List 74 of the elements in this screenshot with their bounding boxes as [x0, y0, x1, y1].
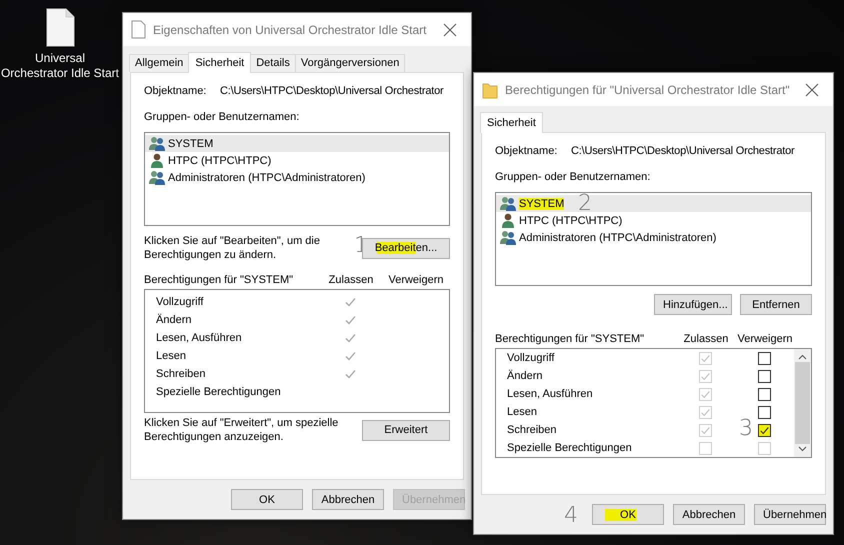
- user-group-icon: [500, 230, 516, 245]
- checkbox[interactable]: [758, 424, 770, 436]
- permission-name: Lesen, Ausführen: [507, 388, 594, 400]
- desktop-icon-label[interactable]: Universal Orchestrator Idle Start: [0, 51, 120, 81]
- principal-name: HTPC (HTPC\HTPC): [519, 214, 622, 226]
- principal-row[interactable]: Administratoren (HTPC\Administratoren): [145, 169, 449, 186]
- tab[interactable]: Sicherheit: [480, 112, 543, 133]
- principal-name: SYSTEM: [168, 138, 214, 150]
- permission-name: Schreiben: [156, 368, 207, 380]
- groups-label: Gruppen- oder Benutzernamen:: [495, 171, 652, 183]
- permission-name: Vollzugriff: [156, 296, 204, 308]
- scrollbar[interactable]: [794, 349, 811, 457]
- remove-button[interactable]: Entfernen: [740, 294, 812, 315]
- file-icon: [131, 20, 146, 39]
- permission-name: Lesen: [507, 406, 538, 418]
- object-name-label: Objektname:: [144, 85, 208, 97]
- handwritten-number: 4: [564, 505, 578, 527]
- tab[interactable]: Sicherheit: [188, 52, 252, 73]
- user-group-icon: [149, 170, 165, 185]
- close-icon[interactable]: [805, 82, 819, 96]
- window-title: Berechtigungen für "Universal Orchestrator Idle Start": [505, 82, 791, 96]
- close-icon[interactable]: [443, 22, 457, 36]
- permission-name: Schreiben: [507, 424, 558, 436]
- advanced-hint: Klicken Sie auf "Erweitert", um spezielle Berechtigungen anzuzeigen.: [144, 416, 340, 444]
- permission-name: Lesen, Ausführen: [156, 332, 243, 344]
- object-path: C:\Users\HTPC\Desktop\Universal Orchestrator: [220, 85, 444, 97]
- user-group-icon: [500, 196, 516, 211]
- ok-button[interactable]: OK: [592, 504, 664, 525]
- permission-name: Ändern: [156, 314, 192, 326]
- principal-row[interactable]: SYSTEM: [145, 135, 449, 152]
- scroll-down-icon[interactable]: [798, 446, 807, 452]
- object-path: C:\Users\HTPC\Desktop\Universal Orchestrator: [571, 145, 794, 157]
- handwritten-number: 3: [739, 418, 753, 440]
- folder-icon: [482, 80, 498, 98]
- permission-name: Spezielle Berechtigungen: [507, 442, 633, 454]
- permissions-label: Berechtigungen für "SYSTEM": [144, 274, 294, 286]
- handwritten-number: 2: [578, 193, 592, 215]
- user-icon: [500, 213, 516, 228]
- groups-label: Gruppen- oder Benutzernamen:: [144, 111, 300, 123]
- permission-name: Lesen: [156, 350, 187, 362]
- principal-row[interactable]: HTPC (HTPC\HTPC): [145, 152, 449, 169]
- principal-name: Administratoren (HTPC\Administratoren): [168, 172, 366, 184]
- checkbox[interactable]: [758, 406, 770, 418]
- cancel-button[interactable]: Abbrechen: [673, 504, 745, 525]
- principal-name: SYSTEM: [519, 198, 564, 210]
- checkbox[interactable]: [758, 352, 770, 364]
- column-header: Zulassen: [684, 333, 728, 345]
- column-header: Verweigern: [388, 274, 444, 286]
- ok-button[interactable]: OK: [231, 489, 303, 510]
- permissions-label: Berechtigungen für "SYSTEM": [495, 333, 646, 345]
- column-header: Zulassen: [328, 274, 374, 286]
- advanced-button[interactable]: Erweitert: [362, 420, 450, 440]
- principal-row[interactable]: Administratoren (HTPC\Administratoren): [496, 229, 811, 246]
- principal-name: HTPC (HTPC\HTPC): [168, 154, 272, 166]
- principal-name: Administratoren (HTPC\Administratoren): [519, 232, 716, 244]
- tab[interactable]: Vorgängerversionen: [294, 54, 406, 72]
- user-icon: [149, 153, 165, 168]
- checkbox[interactable]: [758, 388, 770, 400]
- permission-name: Spezielle Berechtigungen: [156, 386, 282, 398]
- apply-button[interactable]: Übernehmen: [754, 504, 826, 525]
- add-button[interactable]: Hinzufügen...: [654, 294, 732, 315]
- checkbox[interactable]: [758, 370, 770, 382]
- user-group-icon: [149, 136, 165, 151]
- scroll-up-icon[interactable]: [798, 354, 807, 360]
- cancel-button[interactable]: Abbrechen: [312, 489, 384, 510]
- permission-name: Vollzugriff: [507, 352, 556, 364]
- permission-name: Ändern: [507, 370, 544, 382]
- column-header: Verweigern: [737, 333, 793, 345]
- window-title: Eigenschaften von Universal Orchestrator Idle Start: [153, 22, 428, 36]
- principal-row[interactable]: HTPC (HTPC\HTPC): [496, 212, 811, 229]
- file-icon[interactable]: [46, 8, 74, 47]
- edit-hint: Klicken Sie auf "Bearbeiten", um die Berechtigungen zu ändern.: [144, 234, 321, 262]
- object-name-label: Objektname:: [495, 145, 558, 157]
- tab[interactable]: Allgemein: [129, 54, 190, 72]
